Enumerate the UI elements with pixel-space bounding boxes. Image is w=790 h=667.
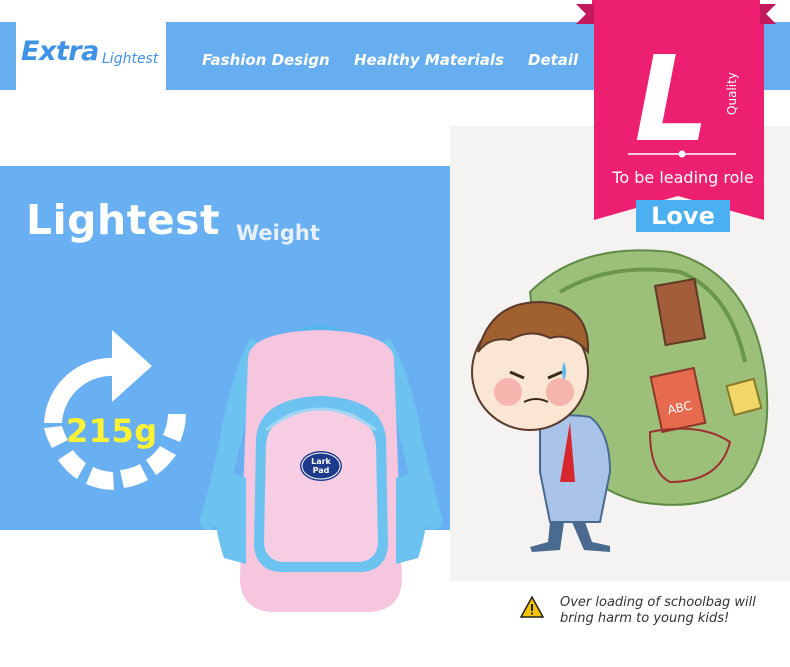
quality-ribbon: L [576,0,776,220]
weight-value: 215g [66,412,158,450]
brand-sub-text: Lightest [102,51,159,67]
ribbon-letter: L [634,30,709,168]
warning-text: Over loading of schoolbag will bring har… [560,595,756,626]
backpack-image: Lark Pad [199,324,443,612]
overloaded-kid-illustration: ABC [471,249,769,552]
nav-brand[interactable]: Extra Lightest [16,22,166,90]
feature-subtitle: Weight [236,221,320,245]
nav-item-healthy-materials[interactable]: Healthy Materials [354,22,504,90]
nav-item-fashion-design[interactable]: Fashion Design [202,22,330,90]
ribbon-quality: Quality [725,72,739,115]
love-badge: Love [636,200,730,232]
nav-item-detail[interactable]: Detail [528,22,578,90]
brand-main-text: Extra [21,36,99,67]
backpack-logo-line1: Lark [311,457,331,466]
backpack-logo-line2: Pad [313,466,330,475]
warning-icon [520,596,544,618]
feature-title: Lightest [26,196,221,244]
ribbon-tagline: To be leading role [612,168,754,187]
